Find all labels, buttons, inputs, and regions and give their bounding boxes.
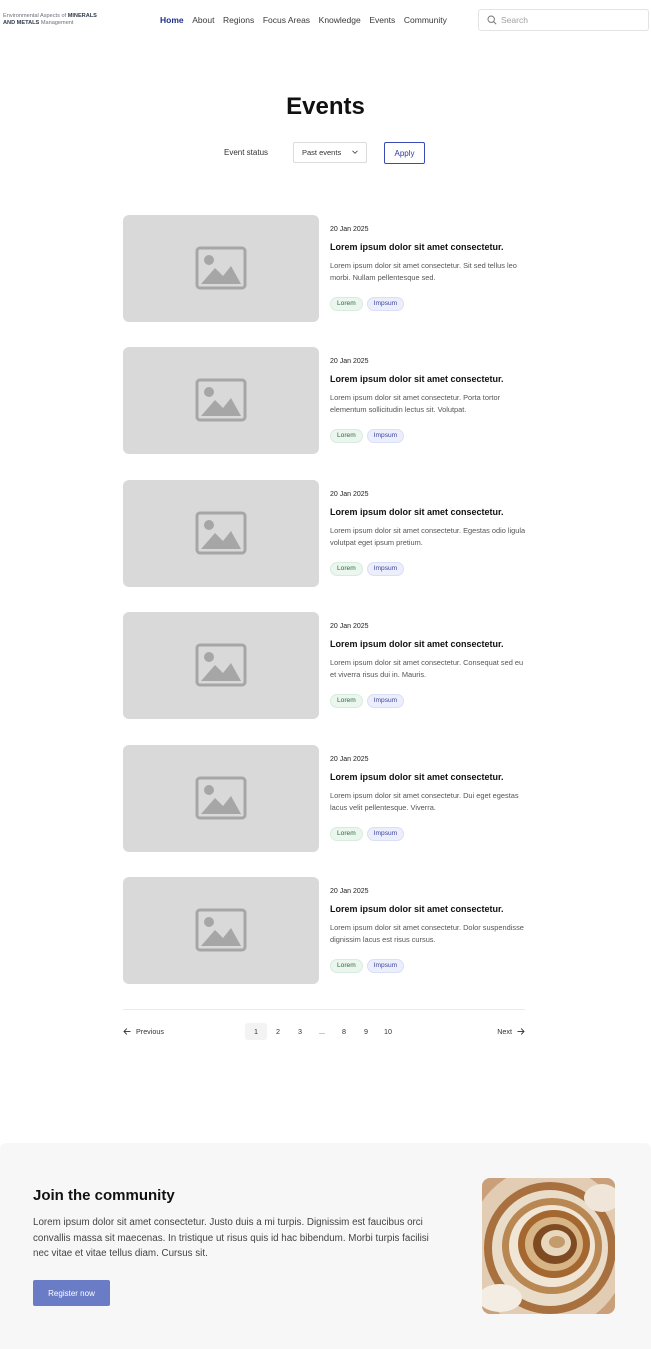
nav-events[interactable]: Events bbox=[369, 15, 395, 25]
event-card[interactable]: 20 Jan 2025 Lorem ipsum dolor sit amet c… bbox=[123, 215, 527, 323]
tag[interactable]: Impsum bbox=[366, 694, 405, 708]
page-8[interactable]: 8 bbox=[333, 1023, 355, 1040]
event-date: 20 Jan 2025 bbox=[330, 623, 369, 630]
previous-label: Previous bbox=[136, 1027, 164, 1036]
site-header: Environmental Aspects of MINERALS AND ME… bbox=[0, 0, 651, 40]
arrow-left-icon bbox=[123, 1028, 131, 1035]
nav-regions[interactable]: Regions bbox=[223, 15, 254, 25]
tag[interactable]: Lorem bbox=[330, 959, 363, 973]
tag[interactable]: Impsum bbox=[366, 562, 405, 576]
community-text: Lorem ipsum dolor sit amet consectetur. … bbox=[33, 1217, 429, 1259]
event-title[interactable]: Lorem ipsum dolor sit amet consectetur. bbox=[330, 639, 504, 649]
event-tags: Lorem Impsum bbox=[330, 562, 405, 576]
event-title[interactable]: Lorem ipsum dolor sit amet consectetur. bbox=[330, 242, 504, 252]
previous-page-link[interactable]: Previous bbox=[123, 1027, 164, 1036]
page-3[interactable]: 3 bbox=[289, 1023, 311, 1040]
event-tags: Lorem Impsum bbox=[330, 959, 405, 973]
event-image-placeholder bbox=[123, 612, 319, 719]
page-title: Events bbox=[286, 93, 365, 120]
search-input[interactable] bbox=[501, 15, 641, 25]
event-tags: Lorem Impsum bbox=[330, 297, 405, 311]
event-tags: Lorem Impsum bbox=[330, 827, 405, 841]
tag[interactable]: Impsum bbox=[366, 959, 405, 973]
event-card[interactable]: 20 Jan 2025 Lorem ipsum dolor sit amet c… bbox=[123, 612, 527, 720]
event-tags: Lorem Impsum bbox=[330, 429, 405, 443]
apply-button[interactable]: Apply bbox=[384, 142, 425, 164]
nav-focus-areas[interactable]: Focus Areas bbox=[263, 15, 310, 25]
pagination-divider bbox=[123, 1009, 525, 1010]
page-2[interactable]: 2 bbox=[267, 1023, 289, 1040]
event-card[interactable]: 20 Jan 2025 Lorem ipsum dolor sit amet c… bbox=[123, 877, 527, 985]
tag[interactable]: Lorem bbox=[330, 694, 363, 708]
event-image-placeholder bbox=[123, 480, 319, 587]
search-box[interactable] bbox=[478, 9, 649, 31]
event-title[interactable]: Lorem ipsum dolor sit amet consectetur. bbox=[330, 772, 504, 782]
event-status-select[interactable]: Past events bbox=[293, 142, 367, 163]
image-placeholder-icon bbox=[195, 378, 247, 422]
event-date: 20 Jan 2025 bbox=[330, 226, 369, 233]
next-label: Next bbox=[497, 1027, 512, 1036]
search-icon bbox=[487, 15, 497, 25]
nav-home[interactable]: Home bbox=[160, 15, 184, 25]
event-date: 20 Jan 2025 bbox=[330, 756, 369, 763]
tag[interactable]: Lorem bbox=[330, 562, 363, 576]
event-date: 20 Jan 2025 bbox=[330, 491, 369, 498]
event-title[interactable]: Lorem ipsum dolor sit amet consectetur. bbox=[330, 374, 504, 384]
event-card[interactable]: 20 Jan 2025 Lorem ipsum dolor sit amet c… bbox=[123, 480, 527, 588]
site-logo[interactable]: Environmental Aspects of MINERALS AND ME… bbox=[3, 13, 133, 26]
event-description: Lorem ipsum dolor sit amet consectetur. … bbox=[330, 261, 517, 282]
chevron-down-icon bbox=[352, 150, 358, 154]
agate-image bbox=[482, 1178, 615, 1314]
nav-about[interactable]: About bbox=[192, 15, 214, 25]
event-image-placeholder bbox=[123, 877, 319, 984]
event-description: Lorem ipsum dolor sit amet consectetur. … bbox=[330, 923, 524, 944]
community-section: Join the community Lorem ipsum dolor sit… bbox=[0, 1143, 651, 1349]
register-now-button[interactable]: Register now bbox=[33, 1280, 110, 1306]
community-title: Join the community bbox=[33, 1187, 175, 1204]
event-card[interactable]: 20 Jan 2025 Lorem ipsum dolor sit amet c… bbox=[123, 745, 527, 853]
event-card[interactable]: 20 Jan 2025 Lorem ipsum dolor sit amet c… bbox=[123, 347, 527, 455]
nav-knowledge[interactable]: Knowledge bbox=[319, 15, 361, 25]
page-9[interactable]: 9 bbox=[355, 1023, 377, 1040]
page-ellipsis: ... bbox=[319, 1027, 325, 1036]
event-image-placeholder bbox=[123, 347, 319, 454]
tag[interactable]: Lorem bbox=[330, 827, 363, 841]
tag[interactable]: Impsum bbox=[366, 827, 405, 841]
next-page-link[interactable]: Next bbox=[497, 1027, 525, 1036]
image-placeholder-icon bbox=[195, 908, 247, 952]
tag[interactable]: Impsum bbox=[366, 429, 405, 443]
event-description: Lorem ipsum dolor sit amet consectetur. … bbox=[330, 791, 519, 812]
event-image-placeholder bbox=[123, 745, 319, 852]
page-numbers: 1 2 3 ... 8 9 10 bbox=[245, 1023, 399, 1040]
event-date: 20 Jan 2025 bbox=[330, 888, 369, 895]
image-placeholder-icon bbox=[195, 643, 247, 687]
pagination: Previous 1 2 3 ... 8 9 10 Next bbox=[123, 1023, 525, 1041]
image-placeholder-icon bbox=[195, 246, 247, 290]
event-date: 20 Jan 2025 bbox=[330, 358, 369, 365]
event-status-value: Past events bbox=[302, 148, 342, 157]
tag[interactable]: Lorem bbox=[330, 297, 363, 311]
event-tags: Lorem Impsum bbox=[330, 694, 405, 708]
event-description: Lorem ipsum dolor sit amet consectetur. … bbox=[330, 658, 524, 679]
tag[interactable]: Lorem bbox=[330, 429, 363, 443]
tag[interactable]: Impsum bbox=[366, 297, 405, 311]
event-description: Lorem ipsum dolor sit amet consectetur. … bbox=[330, 393, 501, 414]
page-10[interactable]: 10 bbox=[377, 1023, 399, 1040]
event-status-label: Event status bbox=[224, 148, 269, 157]
event-title[interactable]: Lorem ipsum dolor sit amet consectetur. bbox=[330, 507, 504, 517]
page-1[interactable]: 1 bbox=[245, 1023, 267, 1040]
event-image-placeholder bbox=[123, 215, 319, 322]
event-description: Lorem ipsum dolor sit amet consectetur. … bbox=[330, 526, 526, 547]
image-placeholder-icon bbox=[195, 776, 247, 820]
main-nav: Home About Regions Focus Areas Knowledge… bbox=[160, 15, 455, 25]
image-placeholder-icon bbox=[195, 511, 247, 555]
community-image bbox=[482, 1178, 615, 1314]
nav-community[interactable]: Community bbox=[404, 15, 447, 25]
event-title[interactable]: Lorem ipsum dolor sit amet consectetur. bbox=[330, 904, 504, 914]
arrow-right-icon bbox=[517, 1028, 525, 1035]
